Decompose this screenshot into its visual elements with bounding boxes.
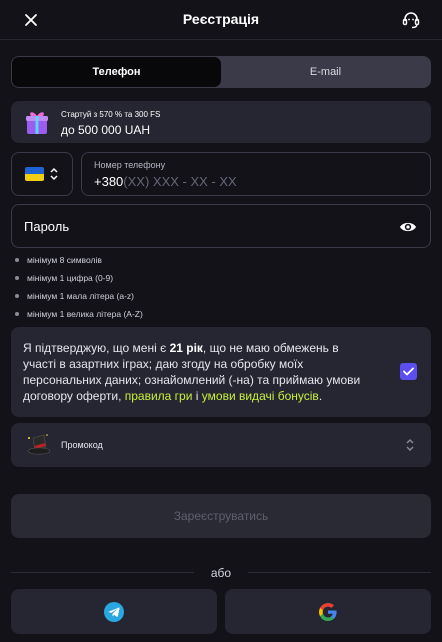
chevron-updown-icon <box>49 165 59 188</box>
password-rule: мінімум 1 цифра (0-9) <box>14 271 143 289</box>
registration-method-tabs: Телефон E-mail <box>11 56 431 88</box>
agreement-block: Я підтверджую, що мені є 21 рік, що не м… <box>11 327 431 417</box>
password-field[interactable]: Пароль <box>11 204 431 248</box>
header: Реєстрація <box>0 0 442 40</box>
bonus-title: Стартуй з 570 % та 300 FS <box>61 110 161 119</box>
magic-hat-icon <box>25 432 51 463</box>
bonus-terms-link[interactable]: умови видачі бонусів <box>202 389 319 403</box>
gift-icon <box>25 109 49 135</box>
password-rule: мінімум 1 мала літера (a-z) <box>14 289 143 307</box>
bonus-banner[interactable]: Стартуй з 570 % та 300 FS до 500 000 UAH <box>11 101 431 143</box>
password-rules: мінімум 8 символів мінімум 1 цифра (0-9)… <box>14 253 143 325</box>
page-title: Реєстрація <box>182 11 260 27</box>
chevron-updown-icon <box>405 437 415 458</box>
telegram-icon <box>104 601 124 622</box>
game-rules-link[interactable]: правила гри <box>125 389 193 403</box>
phone-input[interactable]: +380(XX) XXX - XX - XX <box>94 174 237 189</box>
promo-label: Промокод <box>61 440 103 450</box>
phone-mask: (XX) XXX - XX - XX <box>123 174 237 189</box>
checkmark-icon <box>403 367 414 376</box>
tab-email[interactable]: E-mail <box>221 57 430 87</box>
google-login-button[interactable] <box>225 589 431 634</box>
phone-prefix: +380 <box>94 174 124 189</box>
divider-right <box>248 572 431 573</box>
password-rule: мінімум 8 символів <box>14 253 143 271</box>
tab-phone[interactable]: Телефон <box>12 57 221 87</box>
promo-code-selector[interactable]: Промокод <box>11 423 431 467</box>
bonus-amount: до 500 000 UAH <box>61 123 151 137</box>
agreement-text: Я підтверджую, що мені є 21 рік, що не м… <box>23 341 361 403</box>
telegram-login-button[interactable] <box>11 589 217 634</box>
phone-field[interactable]: Номер телефону +380(XX) XXX - XX - XX <box>81 152 431 196</box>
google-icon <box>319 602 337 621</box>
password-rule: мінімум 1 велика літера (A-Z) <box>14 307 143 325</box>
or-label: або <box>210 566 232 580</box>
ukraine-flag-icon <box>25 167 44 181</box>
eye-icon[interactable] <box>399 220 417 239</box>
agreement-checkbox[interactable] <box>400 363 417 380</box>
phone-label: Номер телефону <box>94 160 166 170</box>
headset-icon[interactable] <box>397 6 425 34</box>
password-placeholder: Пароль <box>24 219 70 234</box>
country-selector[interactable] <box>11 152 73 196</box>
register-button[interactable]: Зареєструватись <box>11 494 431 538</box>
